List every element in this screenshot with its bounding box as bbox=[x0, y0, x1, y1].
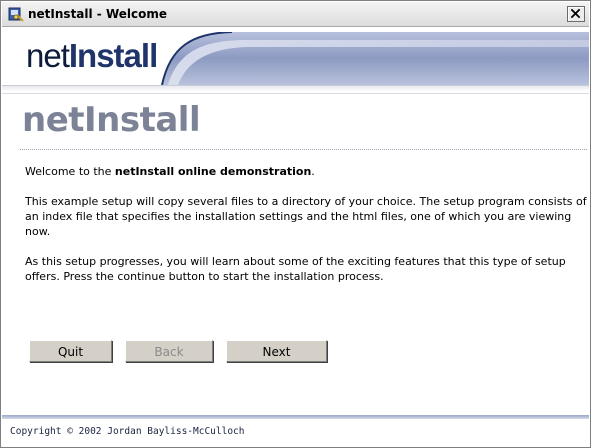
banner-divider bbox=[2, 85, 589, 92]
close-button[interactable] bbox=[567, 6, 585, 22]
header-banner: netInstall bbox=[2, 27, 589, 85]
welcome-paragraph: Welcome to the netInstall online demonst… bbox=[25, 164, 587, 179]
netinstall-logo: netInstall bbox=[26, 37, 158, 75]
next-button[interactable]: Next bbox=[226, 340, 327, 362]
back-button[interactable]: Back bbox=[125, 340, 213, 362]
description-paragraph: This example setup will copy several fil… bbox=[25, 195, 587, 238]
installer-window: netInstall - Welcome netInstall netInsta… bbox=[0, 0, 591, 448]
title-bar[interactable]: netInstall - Welcome bbox=[2, 2, 589, 27]
close-icon bbox=[568, 7, 584, 21]
footer: Copyright © 2002 Jordan Bayliss-McCulloc… bbox=[2, 419, 589, 446]
copyright-text: Copyright © 2002 Jordan Bayliss-McCulloc… bbox=[10, 426, 245, 437]
welcome-highlight: netInstall online demonstration bbox=[114, 165, 312, 178]
quit-button[interactable]: Quit bbox=[29, 340, 112, 362]
heading-divider bbox=[20, 149, 587, 150]
welcome-suffix: . bbox=[311, 165, 315, 178]
window-title: netInstall - Welcome bbox=[28, 7, 168, 21]
installer-app-icon bbox=[8, 6, 24, 22]
welcome-prefix: Welcome to the bbox=[25, 165, 115, 178]
page-title: netInstall bbox=[22, 100, 201, 140]
progress-paragraph: As this setup progresses, you will learn… bbox=[25, 255, 566, 283]
banner-divider-secondary bbox=[2, 93, 589, 98]
welcome-content: Welcome to the netInstall online demonst… bbox=[25, 164, 587, 299]
logo-suffix: Install bbox=[68, 37, 158, 74]
logo-prefix: net bbox=[26, 37, 70, 74]
